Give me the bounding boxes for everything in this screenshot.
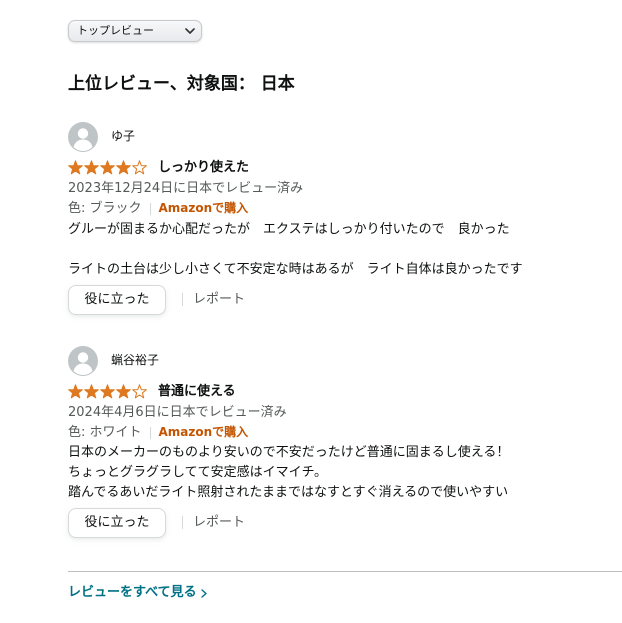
helpful-button[interactable]: 役に立った <box>68 285 166 315</box>
report-link[interactable]: レポート <box>193 290 245 309</box>
star-filled-icon <box>116 160 131 175</box>
user-avatar-icon <box>68 122 98 152</box>
review-title[interactable]: 普通に使える <box>158 383 236 401</box>
review-body: 日本のメーカーのものより安いので不安だったけど普通に固まるし使える！ ちょっとグ… <box>68 445 510 500</box>
review-date: 2023年12月24日に日本でレビュー済み <box>68 181 304 196</box>
star-filled-icon <box>68 384 83 399</box>
star-filled-icon <box>116 384 131 399</box>
see-all-reviews-link[interactable]: レビューをすべて見る <box>68 583 208 602</box>
report-link[interactable]: レポート <box>193 513 245 532</box>
verified-purchase-badge: Amazonで購入 <box>158 425 249 439</box>
review-date: 2024年4月6日に日本でレビュー済み <box>68 405 287 420</box>
reviewer-profile[interactable]: 蝋谷裕子 <box>68 346 608 376</box>
user-avatar-icon <box>68 346 98 376</box>
star-filled-icon <box>84 160 99 175</box>
meta-divider <box>149 426 151 439</box>
variant-color: 色: ホワイト <box>68 425 142 440</box>
star-filled-icon <box>100 384 115 399</box>
sort-dropdown-value: トップレビュー <box>77 24 154 37</box>
reviewer-name: 蝋谷裕子 <box>111 353 160 367</box>
action-divider <box>182 293 183 306</box>
star-filled-icon <box>68 160 83 175</box>
section-title: 上位レビュー、対象国： 日本 <box>68 74 295 94</box>
star-filled-icon <box>84 384 99 399</box>
see-all-reviews-label: レビューをすべて見る <box>68 585 197 600</box>
reviewer-profile[interactable]: ゆ子 <box>68 122 608 152</box>
chevron-right-icon <box>200 589 207 598</box>
verified-purchase-badge: Amazonで購入 <box>158 201 249 215</box>
meta-divider <box>149 202 151 215</box>
review: 蝋谷裕子 普通に使える 2024年4月6日に日本でレビュー済み 色: ホワイト A… <box>68 346 608 539</box>
sort-dropdown[interactable]: トップレビュー <box>68 20 202 42</box>
review-body: グルーが固まるか心配だったが エクステはしっかり付いたので 良かった ライトの土… <box>68 222 523 277</box>
variant-color: 色: ブラック <box>68 201 142 216</box>
star-empty-icon <box>132 384 147 399</box>
helpful-button[interactable]: 役に立った <box>68 508 166 538</box>
review: ゆ子 しっかり使えた 2023年12月24日に日本でレビュー済み 色: ブラック… <box>68 122 608 316</box>
action-divider <box>182 516 183 529</box>
star-filled-icon <box>100 160 115 175</box>
reviewer-name: ゆ子 <box>111 129 136 143</box>
star-rating[interactable] <box>68 384 148 399</box>
chevron-down-icon <box>185 28 195 34</box>
review-title[interactable]: しっかり使えた <box>158 159 249 177</box>
star-empty-icon <box>132 160 147 175</box>
star-rating[interactable] <box>68 160 148 175</box>
section-divider <box>68 571 622 572</box>
